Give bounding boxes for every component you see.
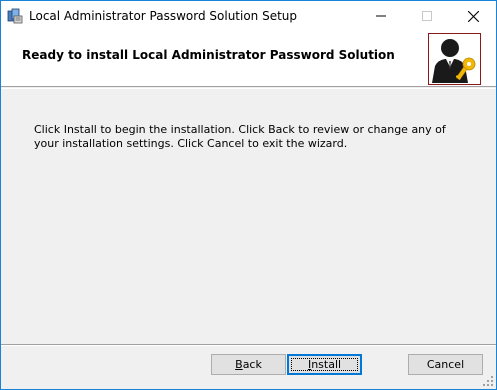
back-button[interactable]: Back <box>211 354 286 375</box>
close-icon <box>467 10 479 22</box>
maximize-button <box>404 1 450 31</box>
close-button[interactable] <box>450 1 496 31</box>
title-bar[interactable]: Local Administrator Password Solution Se… <box>1 1 496 31</box>
focus-rectangle <box>291 358 358 371</box>
resize-grip-icon[interactable] <box>482 375 494 387</box>
back-button-label: Back <box>235 358 262 371</box>
minimize-icon <box>376 15 386 17</box>
cancel-button[interactable]: Cancel <box>408 354 483 375</box>
install-button[interactable]: Install <box>287 354 362 375</box>
admin-key-icon <box>428 33 481 85</box>
footer-separator-highlight <box>1 345 496 346</box>
maximize-icon <box>422 11 432 21</box>
minimize-button[interactable] <box>358 1 404 31</box>
setup-window: Local Administrator Password Solution Se… <box>0 0 497 390</box>
window-title: Local Administrator Password Solution Se… <box>29 9 298 23</box>
msi-installer-icon <box>7 8 23 24</box>
banner-divider <box>1 88 496 89</box>
header-banner: Ready to install Local Administrator Pas… <box>1 31 496 87</box>
instructions-text: Click Install to begin the installation.… <box>34 123 446 150</box>
page-title: Ready to install Local Administrator Pas… <box>22 48 395 62</box>
